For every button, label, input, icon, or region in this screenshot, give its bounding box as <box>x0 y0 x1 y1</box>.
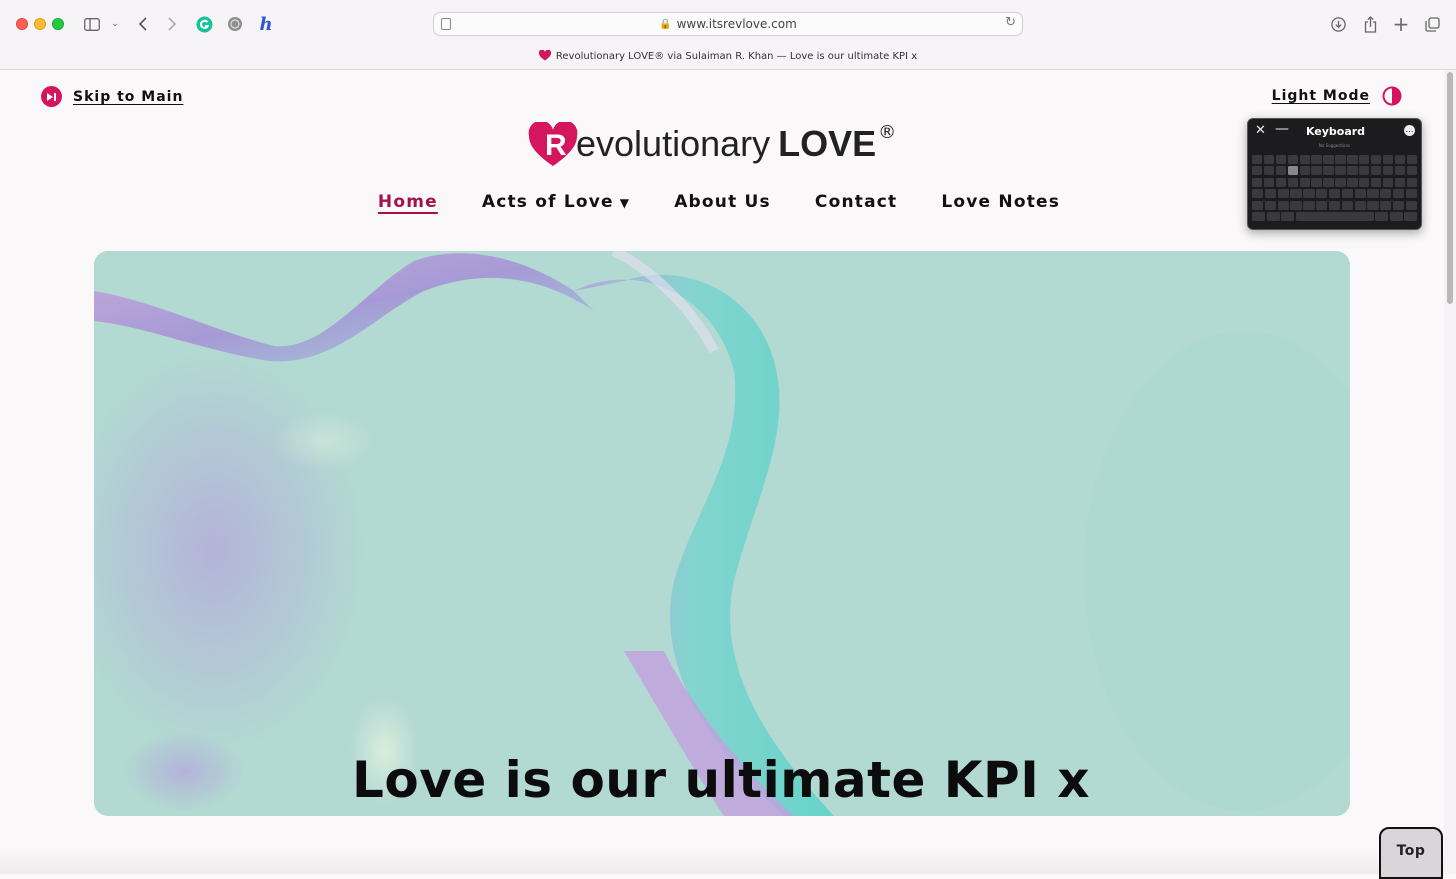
heart-logo-icon: R <box>528 122 578 166</box>
back-to-top-button[interactable]: Top <box>1379 827 1443 879</box>
site-favicon-icon <box>538 50 551 61</box>
logo-registered-mark: ® <box>878 122 897 143</box>
page-icon <box>441 18 451 30</box>
logo-initial: R <box>545 129 567 162</box>
share-icon[interactable] <box>1358 12 1382 36</box>
lock-icon: 🔒 <box>659 18 672 30</box>
skip-to-main-link[interactable]: Skip to Main <box>41 86 183 107</box>
skip-forward-icon <box>41 86 62 107</box>
globe-extension-icon[interactable] <box>223 12 247 36</box>
forward-icon[interactable] <box>160 12 184 36</box>
url-text: www.itsrevlove.com <box>676 17 797 31</box>
browser-toolbar: ⌄ h 🔒 www.itsrevlove.com ↻ + Revolutiona… <box>0 0 1456 70</box>
zoom-window-button[interactable] <box>52 18 64 30</box>
close-window-button[interactable] <box>16 18 28 30</box>
tab-title-text: Revolutionary LOVE® via Sulaiman R. Khan… <box>555 51 918 62</box>
nav-item-contact[interactable]: Contact <box>815 192 897 212</box>
address-bar[interactable]: 🔒 www.itsrevlove.com ↻ <box>433 12 1023 36</box>
light-mode-label: Light Mode <box>1271 88 1370 104</box>
nav-item-love-notes[interactable]: Love Notes <box>941 192 1060 212</box>
back-icon[interactable] <box>131 12 155 36</box>
hero-heart-image <box>94 251 1350 816</box>
skip-to-main-label: Skip to Main <box>73 88 184 105</box>
chevron-down-icon[interactable]: ⌄ <box>103 12 127 36</box>
page-bottom-fade <box>0 846 1444 874</box>
tab-overview-icon[interactable] <box>1420 12 1444 36</box>
sidebar-icon[interactable] <box>80 12 104 36</box>
contrast-icon <box>1382 86 1402 106</box>
keyboard-viewer-header: ✕ — Keyboard … <box>1248 119 1421 143</box>
hero-banner: Love is our ultimate KPI x <box>94 251 1350 816</box>
keyboard-title: Keyboard <box>1305 125 1366 138</box>
minimize-window-button[interactable] <box>34 18 46 30</box>
logo-word: evolutionary <box>576 123 771 164</box>
keyboard-viewer-window[interactable]: ✕ — Keyboard … No Suggestions <box>1247 118 1422 230</box>
site-logo[interactable]: R evolutionary LOVE ® <box>528 122 896 168</box>
new-tab-icon[interactable]: + <box>1389 12 1413 36</box>
nav-item-about-us[interactable]: About Us <box>674 192 771 212</box>
nav-item-acts-of-love-label: Acts of Love <box>481 192 614 212</box>
nav-item-acts-of-love[interactable]: Acts of Love ▼ <box>482 192 630 212</box>
logo-wordmark: evolutionary LOVE <box>576 126 876 168</box>
scrollbar-thumb[interactable] <box>1447 72 1453 304</box>
tab-title[interactable]: Revolutionary LOVE® via Sulaiman R. Khan… <box>0 50 1456 62</box>
more-icon[interactable]: … <box>1404 125 1415 136</box>
nav-item-home[interactable]: Home <box>378 192 438 212</box>
keyboard-suggestions: No Suggestions <box>1318 143 1351 148</box>
main-nav: Home Acts of Love ▼ About Us Contact Love… <box>0 192 1426 212</box>
download-icon[interactable] <box>1326 12 1350 36</box>
logo-love: LOVE <box>778 123 877 164</box>
reload-icon[interactable]: ↻ <box>1005 15 1016 30</box>
hero-title: Love is our ultimate KPI x <box>352 751 1090 809</box>
honey-extension-icon[interactable]: h <box>254 12 278 36</box>
keyboard-keys[interactable] <box>1248 150 1421 223</box>
page-scrollbar[interactable] <box>1444 70 1456 874</box>
light-mode-toggle[interactable]: Light Mode <box>1272 86 1402 106</box>
grammarly-icon[interactable] <box>192 12 216 36</box>
caret-down-icon: ▼ <box>619 196 631 210</box>
